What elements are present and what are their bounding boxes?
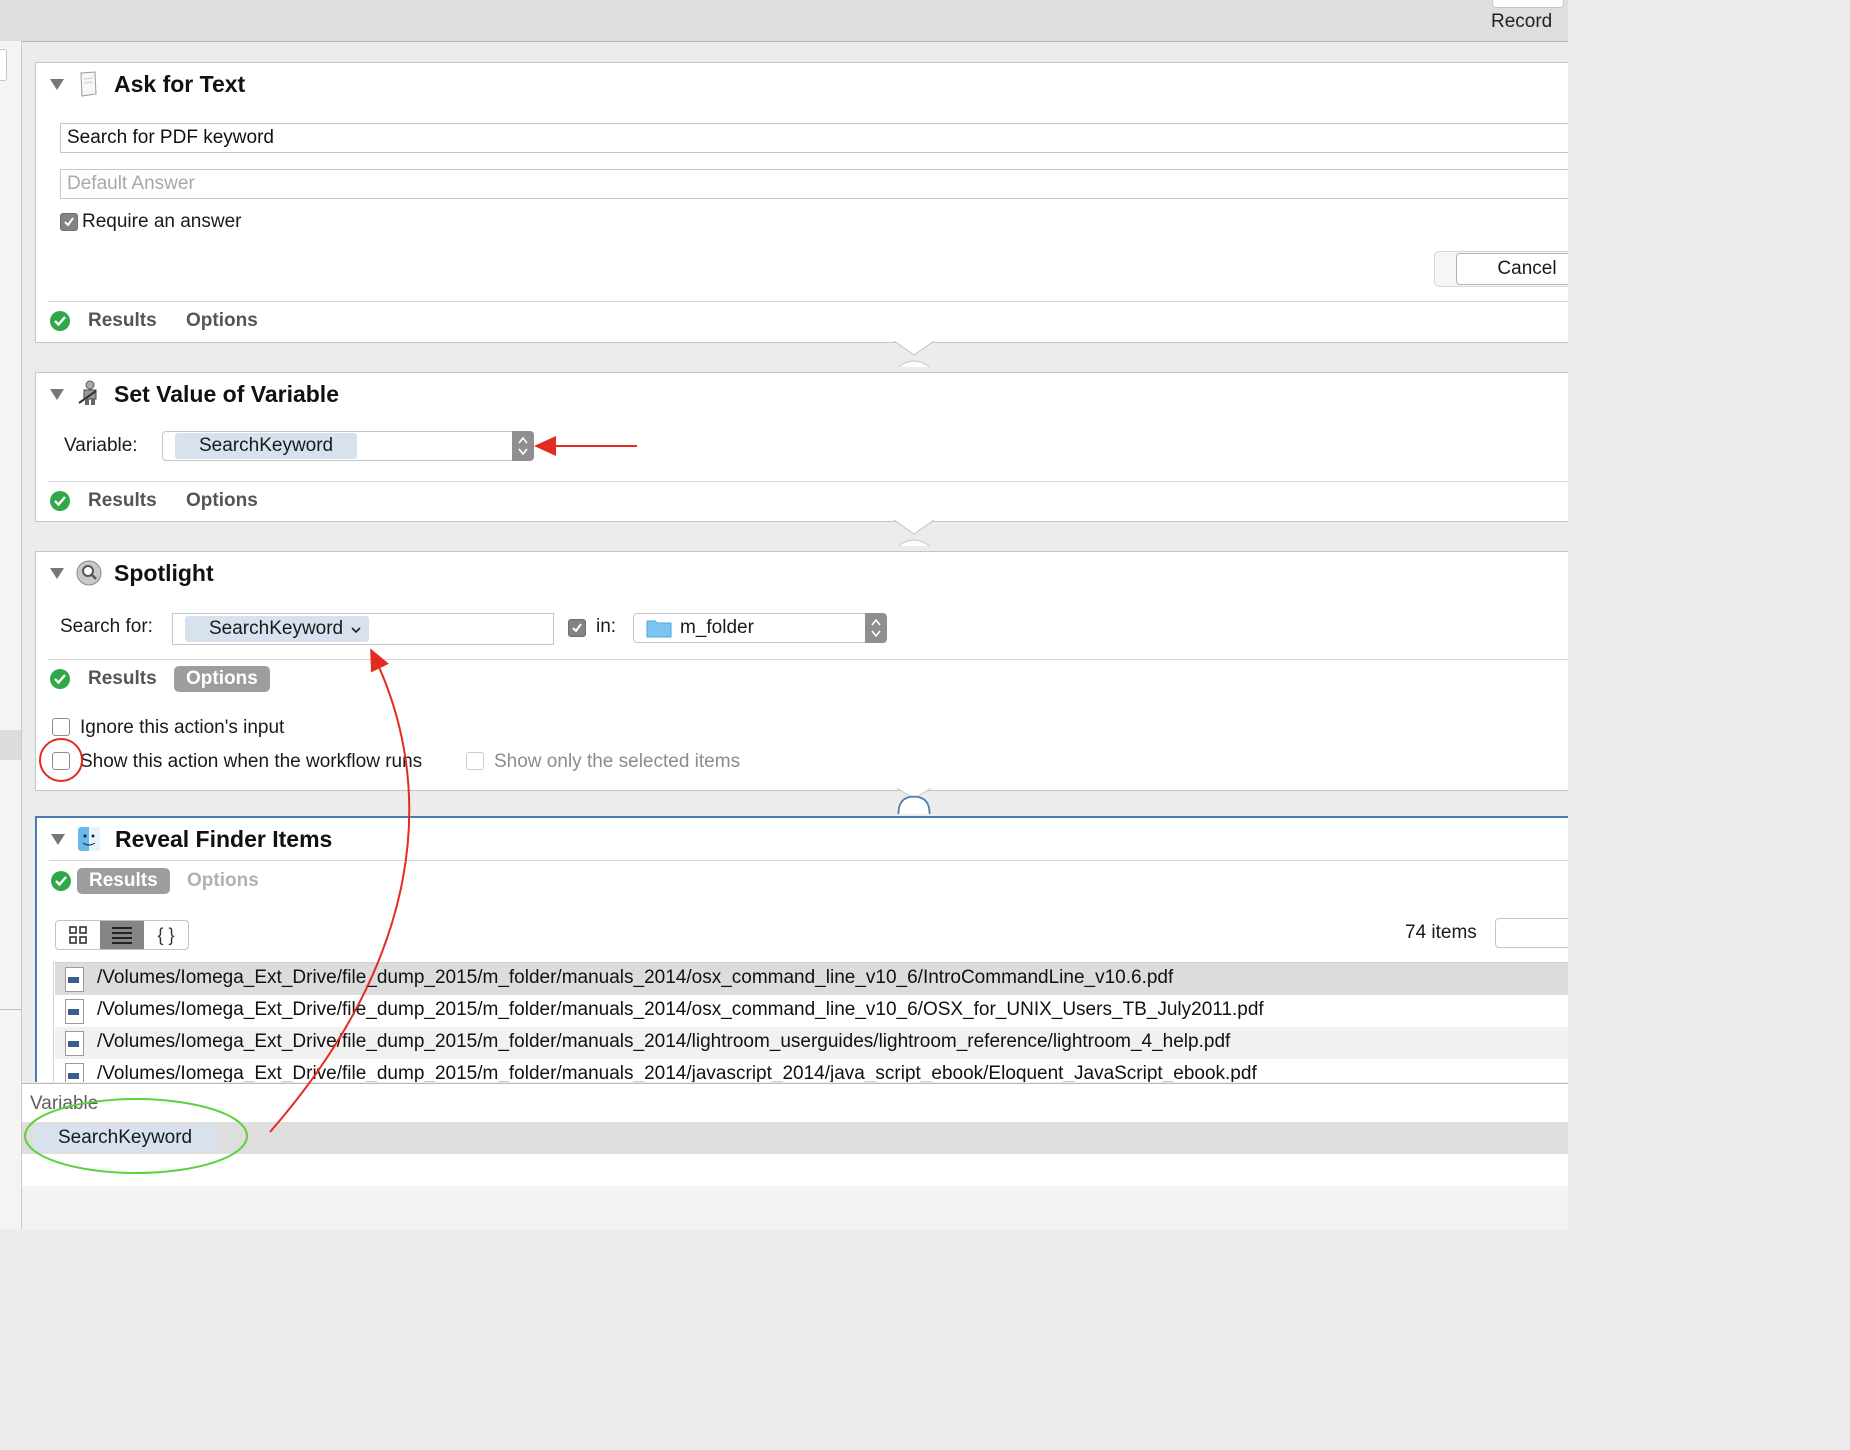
action-spotlight[interactable]: Spotlight Search for: SearchKeyword in: … — [35, 551, 1568, 791]
file-path: /Volumes/Iomega_Ext_Drive/file_dump_2015… — [97, 1063, 1257, 1082]
json-view-icon[interactable]: { } — [144, 921, 188, 949]
ignore-input-checkbox[interactable] — [52, 718, 70, 736]
options-tab[interactable]: Options — [174, 666, 270, 692]
library-selected-row[interactable] — [0, 730, 21, 760]
show-action-label: Show this action when the workflow runs — [80, 751, 423, 772]
in-checkbox[interactable] — [568, 619, 586, 637]
list-view-icon[interactable] — [100, 921, 144, 949]
library-edge-control[interactable] — [0, 49, 7, 81]
search-token-label: SearchKeyword — [209, 618, 344, 639]
disclosure-triangle-icon[interactable] — [50, 568, 64, 579]
view-mode-control[interactable]: { } — [55, 920, 189, 950]
file-row[interactable]: /Volumes/Iomega_Ext_Drive/file_dump_2015… — [55, 995, 1568, 1027]
show-selected-checkbox[interactable] — [466, 752, 484, 770]
workflow-area: Ask for Text Search for PDF keyword Defa… — [22, 42, 1568, 1082]
require-answer-label: Require an answer — [82, 211, 242, 232]
separator — [48, 481, 1568, 482]
disclosure-triangle-icon[interactable] — [50, 389, 64, 400]
popup-arrows-icon[interactable] — [512, 431, 534, 461]
pdf-file-icon — [65, 999, 84, 1024]
file-row[interactable]: /Volumes/Iomega_Ext_Drive/file_dump_2015… — [55, 1027, 1568, 1059]
pdf-file-icon — [65, 967, 84, 992]
separator — [48, 659, 1568, 660]
action-ask-for-text[interactable]: Ask for Text Search for PDF keyword Defa… — [35, 62, 1568, 343]
success-check-icon — [50, 491, 70, 511]
action-connector-selected — [896, 788, 932, 814]
library-divider — [0, 1009, 21, 1010]
action-connector — [894, 520, 934, 546]
results-tab[interactable]: Results — [76, 488, 169, 514]
action-title: Spotlight — [114, 560, 214, 586]
folder-popup[interactable]: m_folder — [633, 613, 887, 643]
variable-label: Variable: — [64, 435, 138, 456]
results-tab[interactable]: Results — [76, 666, 169, 692]
variable-token[interactable]: SearchKeyword — [34, 1125, 217, 1151]
options-tab[interactable]: Options — [174, 488, 270, 514]
variables-header: Variable — [30, 1093, 99, 1114]
search-for-label: Search for: — [60, 616, 153, 637]
variable-row-empty — [22, 1186, 1568, 1230]
question-field[interactable]: Search for PDF keyword — [60, 123, 1568, 153]
action-title: Set Value of Variable — [114, 381, 339, 407]
action-set-value-of-variable[interactable]: Set Value of Variable Variable: SearchKe… — [35, 372, 1568, 522]
variables-panel: Variable SearchKeyword — [22, 1083, 1568, 1230]
disclosure-triangle-icon[interactable] — [50, 79, 64, 90]
show-action-checkbox[interactable] — [52, 752, 70, 770]
require-answer-checkbox[interactable] — [60, 213, 78, 231]
success-check-icon — [50, 669, 70, 689]
file-row[interactable]: /Volumes/Iomega_Ext_Drive/file_dump_2015… — [55, 1059, 1568, 1082]
magnifier-icon — [76, 560, 102, 586]
file-path: /Volumes/Iomega_Ext_Drive/file_dump_2015… — [97, 999, 1264, 1020]
pdf-file-icon — [65, 1031, 84, 1056]
text-note-icon — [78, 71, 98, 97]
separator — [48, 301, 1568, 302]
variable-row[interactable]: SearchKeyword — [22, 1122, 1568, 1154]
action-connector — [894, 341, 934, 367]
library-column — [0, 41, 22, 1229]
in-label: in: — [596, 616, 617, 637]
file-row[interactable]: /Volumes/Iomega_Ext_Drive/file_dump_2015… — [55, 963, 1568, 995]
default-answer-field[interactable]: Default Answer — [60, 169, 1568, 199]
robot-icon — [76, 379, 102, 407]
popup-arrows-icon[interactable] — [865, 613, 887, 643]
search-for-field[interactable]: SearchKeyword — [172, 613, 554, 645]
results-tab[interactable]: Results — [77, 868, 170, 894]
options-tab[interactable]: Options — [174, 308, 270, 334]
item-count: 74 items — [1405, 922, 1477, 943]
show-selected-label: Show only the selected items — [494, 751, 741, 772]
file-path: /Volumes/Iomega_Ext_Drive/file_dump_2015… — [97, 1031, 1231, 1052]
variable-token: SearchKeyword — [175, 433, 358, 459]
action-title: Reveal Finder Items — [115, 826, 333, 852]
variable-popup[interactable]: SearchKeyword — [162, 431, 534, 461]
grid-view-icon[interactable] — [56, 921, 100, 949]
pdf-file-icon — [65, 1063, 84, 1082]
action-reveal-finder-items[interactable]: Reveal Finder Items Results Options { } … — [35, 816, 1568, 1082]
disclosure-triangle-icon[interactable] — [51, 834, 65, 845]
ignore-input-label: Ignore this action's input — [80, 717, 285, 738]
folder-label: m_folder — [680, 617, 754, 638]
toolbar — [0, 0, 1568, 42]
folder-icon — [646, 620, 672, 638]
record-label: Record — [1491, 11, 1553, 32]
file-path: /Volumes/Iomega_Ext_Drive/file_dump_2015… — [97, 967, 1174, 988]
results-tab[interactable]: Results — [76, 308, 169, 334]
results-search-field[interactable] — [1495, 918, 1568, 948]
separator — [49, 860, 1568, 861]
action-title: Ask for Text — [114, 71, 246, 97]
finder-icon — [77, 826, 101, 852]
record-button[interactable] — [1492, 0, 1564, 8]
variable-row-empty — [22, 1154, 1568, 1186]
search-token[interactable]: SearchKeyword — [185, 616, 370, 642]
options-tab[interactable]: Options — [175, 868, 271, 894]
success-check-icon — [51, 871, 71, 891]
chevron-down-icon — [351, 627, 361, 634]
cancel-button[interactable]: Cancel — [1456, 253, 1568, 285]
success-check-icon — [50, 311, 70, 331]
